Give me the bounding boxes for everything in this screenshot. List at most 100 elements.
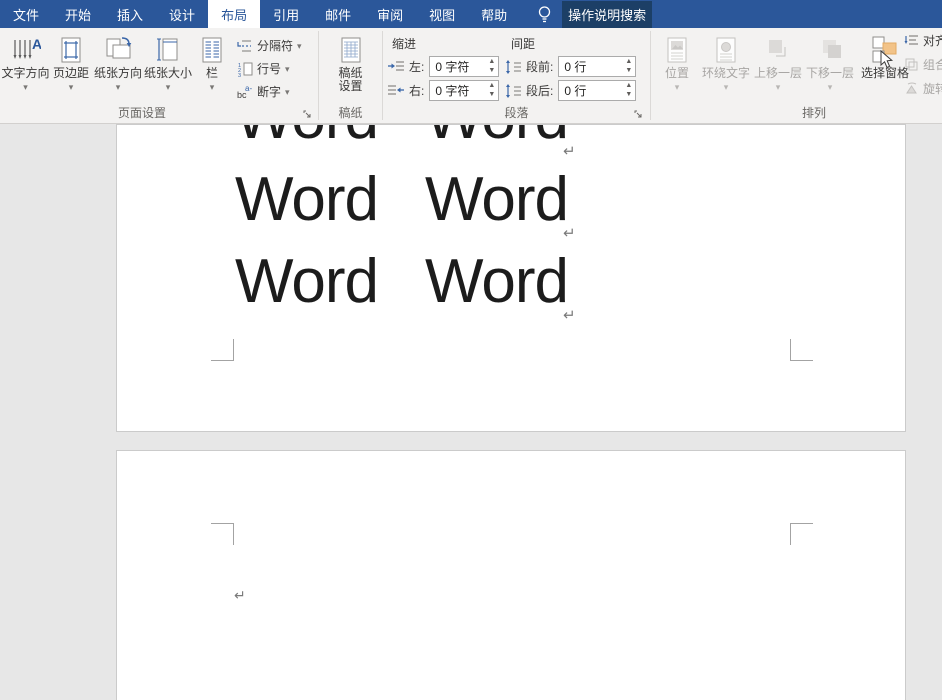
tab-references[interactable]: 引用: [260, 0, 312, 28]
chevron-down-icon: ▾: [23, 83, 28, 91]
group-label-page-setup: 页面设置: [0, 104, 284, 121]
position-button[interactable]: 位置 ▾: [654, 28, 700, 91]
group-paragraph: 缩进 间距 左: ▲▼ 右: ▲▼: [383, 28, 650, 123]
chevron-down-icon: ▾: [116, 83, 121, 91]
rotate-button[interactable]: 旋转: [904, 76, 942, 100]
chevron-down-icon: ▾: [776, 83, 781, 91]
group-page-setup: A 文字方向 ▾ 页边距 ▾: [0, 28, 318, 123]
space-after-spinner[interactable]: ▲▼: [622, 81, 635, 100]
ribbon-tab-bar: 文件 开始 插入 设计 布局 引用 邮件 审阅 视图 帮助 操作说明搜索: [0, 0, 942, 28]
tab-view[interactable]: 视图: [416, 0, 468, 28]
tab-layout[interactable]: 布局: [208, 0, 260, 28]
align-button[interactable]: 对齐: [904, 28, 942, 52]
tab-design[interactable]: 设计: [156, 0, 208, 28]
bring-forward-icon: [763, 33, 793, 67]
layout-ribbon: A 文字方向 ▾ 页边距 ▾: [0, 28, 942, 124]
orientation-button[interactable]: 纸张方向 ▾: [93, 28, 143, 91]
space-before-spinner[interactable]: ▲▼: [622, 57, 635, 76]
grid-paper-settings-button[interactable]: 稿纸 设置: [319, 28, 382, 93]
line-numbers-button[interactable]: 123 行号 ▾: [237, 57, 302, 80]
paper-size-icon: [153, 33, 183, 67]
columns-button[interactable]: 栏 ▾: [193, 28, 231, 91]
breaks-icon: [237, 38, 253, 54]
chevron-down-icon: ▾: [166, 83, 171, 91]
margins-button[interactable]: 页边距 ▾: [49, 28, 93, 91]
group-arrange: 位置 ▾ 环绕文字 ▾: [651, 28, 942, 123]
columns-icon: [197, 33, 227, 67]
chevron-down-icon: ▾: [69, 83, 74, 91]
group-icon: [904, 57, 919, 72]
chevron-down-icon: ▾: [828, 83, 833, 91]
rotate-icon: [904, 81, 919, 96]
hyphenation-button[interactable]: bc a- 断字 ▾: [237, 80, 302, 103]
space-before-field[interactable]: ▲▼: [558, 56, 636, 77]
send-backward-button[interactable]: 下移一层 ▾: [804, 28, 856, 91]
svg-text:3: 3: [238, 73, 241, 77]
indent-right-field[interactable]: ▲▼: [429, 80, 499, 101]
tab-mailings[interactable]: 邮件: [312, 0, 364, 28]
chevron-down-icon: ▾: [675, 83, 680, 91]
search-input[interactable]: 操作说明搜索: [562, 1, 652, 28]
hyphenation-icon: bc a-: [237, 84, 253, 100]
text-direction-icon: A: [11, 33, 41, 67]
text-boundary-mark: [211, 523, 234, 545]
text-direction-button[interactable]: A 文字方向 ▾: [2, 28, 49, 91]
space-before-label: 段前:: [526, 58, 553, 75]
chevron-down-icon: ▾: [285, 88, 290, 96]
group-label-arrange: 排列: [691, 104, 937, 121]
chevron-down-icon: ▾: [210, 83, 215, 91]
position-icon: [663, 33, 691, 67]
group-button[interactable]: 组合: [904, 52, 942, 76]
bring-forward-button[interactable]: 上移一层 ▾: [752, 28, 804, 91]
wrap-text-icon: [712, 33, 740, 67]
selection-pane-icon: [870, 33, 900, 67]
text-boundary-mark: [790, 339, 813, 361]
indent-left-icon: [387, 59, 405, 74]
text-line[interactable]: Word Word ↵: [117, 165, 905, 237]
tab-help[interactable]: 帮助: [468, 0, 520, 28]
paragraph-mark: ↵: [234, 587, 246, 604]
text-line[interactable]: Word Word ↵: [117, 247, 905, 319]
indent-left-label: 左:: [409, 58, 424, 75]
space-after-field[interactable]: ▲▼: [558, 80, 636, 101]
indent-right-icon: [387, 83, 405, 98]
text-line[interactable]: Word Word ↵: [117, 124, 905, 155]
document-canvas[interactable]: Word Word ↵ Word Word ↵ Word Word ↵ ↵: [0, 124, 942, 700]
space-after-label: 段后:: [526, 82, 553, 99]
tab-file[interactable]: 文件: [0, 0, 52, 28]
tell-me-search[interactable]: 操作说明搜索: [536, 0, 652, 28]
line-numbers-icon: 123: [237, 61, 253, 77]
paragraph-mark: ↵: [563, 281, 576, 351]
document-page-1[interactable]: Word Word ↵ Word Word ↵ Word Word ↵: [116, 124, 906, 432]
chevron-down-icon: ▾: [285, 65, 290, 73]
breaks-button[interactable]: 分隔符 ▾: [237, 34, 302, 57]
orientation-icon: [102, 33, 134, 67]
indent-heading: 缩进: [392, 35, 416, 52]
indent-left-spinner[interactable]: ▲▼: [485, 57, 498, 76]
space-after-icon: [505, 83, 522, 99]
paragraph-dialog-launcher[interactable]: [632, 108, 646, 122]
group-label-paragraph: 段落: [383, 104, 650, 121]
tab-review[interactable]: 审阅: [364, 0, 416, 28]
space-before-icon: [505, 59, 522, 75]
indent-right-label: 右:: [409, 82, 424, 99]
chevron-down-icon: ▾: [724, 83, 729, 91]
paper-size-button[interactable]: 纸张大小 ▾: [143, 28, 193, 91]
group-label-grid-paper: 稿纸: [319, 104, 382, 121]
grid-paper-icon: [336, 33, 366, 67]
text-boundary-mark: [790, 523, 813, 545]
spacing-heading: 间距: [511, 35, 535, 52]
align-icon: [904, 33, 919, 48]
tab-insert[interactable]: 插入: [104, 0, 156, 28]
indent-right-spinner[interactable]: ▲▼: [485, 81, 498, 100]
wrap-text-button[interactable]: 环绕文字 ▾: [700, 28, 752, 91]
page-setup-dialog-launcher[interactable]: [301, 108, 315, 122]
svg-text:A: A: [32, 36, 41, 52]
group-grid-paper: 稿纸 设置 稿纸: [319, 28, 382, 123]
send-backward-icon: [815, 33, 845, 67]
document-page-2[interactable]: ↵: [116, 450, 906, 700]
chevron-down-icon: ▾: [297, 42, 302, 50]
tab-home[interactable]: 开始: [52, 0, 104, 28]
indent-left-field[interactable]: ▲▼: [429, 56, 499, 77]
lightbulb-icon: [536, 5, 553, 23]
